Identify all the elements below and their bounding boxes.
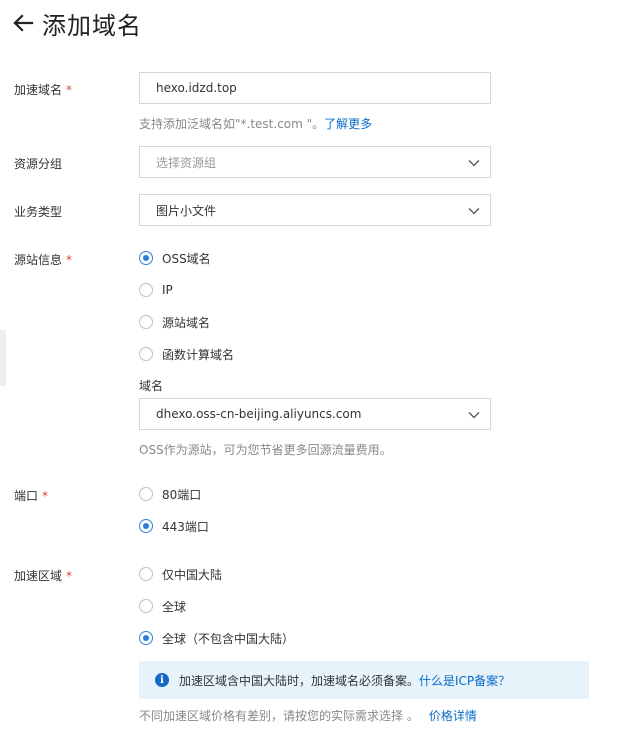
page-header: 添加域名 xyxy=(12,6,142,40)
domain-input-value: hexo.idzd.top xyxy=(156,81,237,95)
origin-option-function-compute[interactable]: 函数计算域名 xyxy=(139,346,234,362)
chevron-down-icon xyxy=(468,208,480,215)
radio-unchecked-icon xyxy=(139,347,153,361)
resource-group-label: 资源分组 xyxy=(14,157,63,171)
required-mark: * xyxy=(66,569,73,583)
origin-option-oss[interactable]: OSS域名 xyxy=(139,250,211,266)
learn-more-link[interactable]: 了解更多 xyxy=(324,117,372,131)
resource-group-select[interactable]: 选择资源组 xyxy=(139,146,491,178)
region-option-mainland[interactable]: 仅中国大陆 xyxy=(139,566,222,582)
radio-unchecked-icon xyxy=(139,487,153,501)
port-label: 端口 * xyxy=(14,489,49,503)
domain-input[interactable]: hexo.idzd.top xyxy=(139,72,491,104)
region-option-global[interactable]: 全球 xyxy=(139,598,186,614)
port-option-443[interactable]: 443端口 xyxy=(139,518,209,534)
info-icon: i xyxy=(155,673,169,687)
region-label: 加速区域 * xyxy=(14,569,73,583)
radio-unchecked-icon xyxy=(139,599,153,613)
radio-unchecked-icon xyxy=(139,567,153,581)
price-help: 不同加速区域价格有差别，请按您的实际需求选择 。价格详情 xyxy=(139,709,477,723)
side-collapse-handle[interactable] xyxy=(0,330,6,386)
origin-option-domain[interactable]: 源站域名 xyxy=(139,314,210,330)
business-type-select[interactable]: 图片小文件 xyxy=(139,194,491,226)
business-type-label: 业务类型 xyxy=(14,205,63,219)
radio-unchecked-icon xyxy=(139,283,153,297)
required-mark: * xyxy=(66,83,73,97)
radio-unchecked-icon xyxy=(139,315,153,329)
icp-notice-text: 加速区域含中国大陆时，加速域名必须备案。 xyxy=(179,673,420,688)
radio-checked-icon xyxy=(139,519,153,533)
origin-label: 源站信息 * xyxy=(14,253,73,267)
origin-domain-sublabel: 域名 xyxy=(139,379,164,393)
port-option-80[interactable]: 80端口 xyxy=(139,486,201,502)
chevron-down-icon xyxy=(468,412,480,419)
icp-link[interactable]: 什么是ICP备案？ xyxy=(419,672,510,689)
radio-checked-icon xyxy=(139,631,153,645)
region-option-global-excl-mainland[interactable]: 全球（不包含中国大陆） xyxy=(139,630,294,646)
domain-help: 支持添加泛域名如"*.test.com "。了解更多 xyxy=(139,117,373,131)
arrow-left-icon[interactable] xyxy=(12,12,34,34)
radio-checked-icon xyxy=(139,251,153,265)
business-type-value: 图片小文件 xyxy=(156,203,217,218)
origin-help: OSS作为源站，可为您节省更多回源流量费用。 xyxy=(139,443,392,457)
origin-domain-value: dhexo.oss-cn-beijing.aliyuncs.com xyxy=(156,407,362,421)
price-details-link[interactable]: 价格详情 xyxy=(429,709,477,723)
page-title: 添加域名 xyxy=(42,11,142,40)
origin-domain-select[interactable]: dhexo.oss-cn-beijing.aliyuncs.com xyxy=(139,398,491,430)
required-mark: * xyxy=(66,253,73,267)
chevron-down-icon xyxy=(468,160,480,167)
required-mark: * xyxy=(42,489,49,503)
origin-option-ip[interactable]: IP xyxy=(139,282,173,298)
icp-notice: i 加速区域含中国大陆时，加速域名必须备案。 什么是ICP备案？ xyxy=(139,661,589,699)
domain-label: 加速域名 * xyxy=(14,83,73,97)
resource-group-placeholder: 选择资源组 xyxy=(156,155,217,170)
